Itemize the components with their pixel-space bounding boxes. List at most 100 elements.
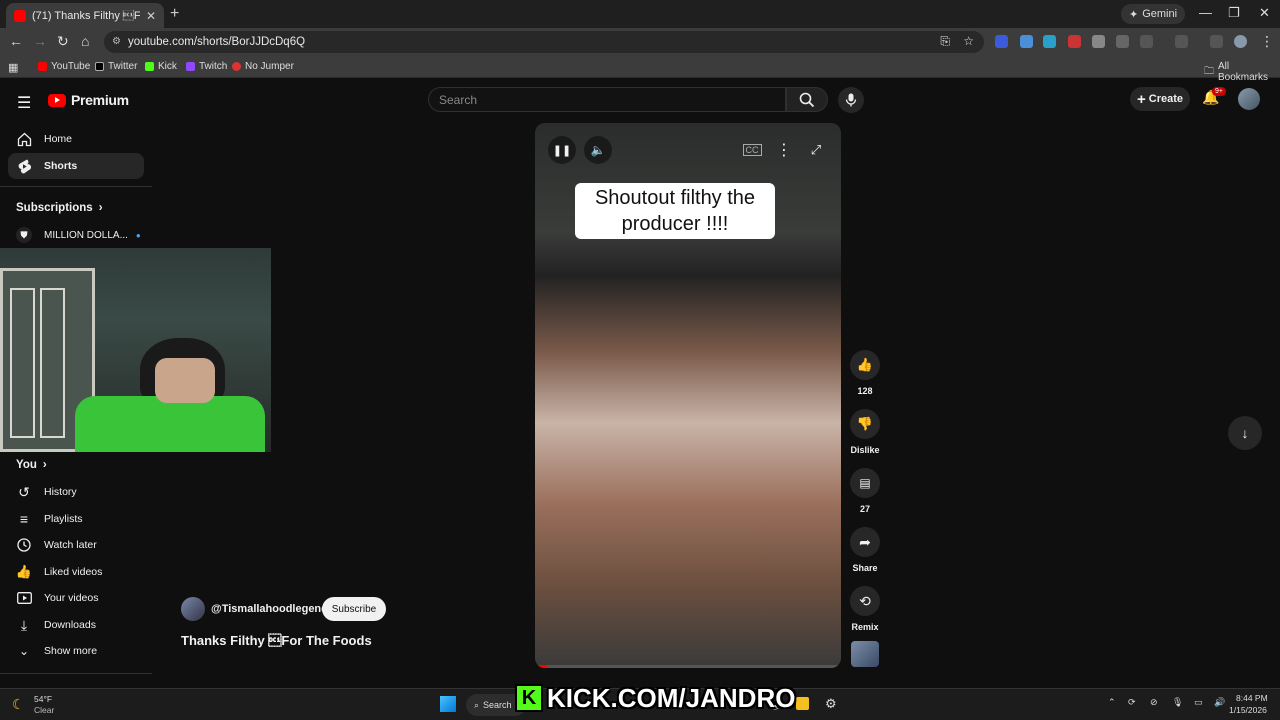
sidebar-item-subscription[interactable]: ⛊ MILLION DOLLA... ●: [8, 222, 144, 248]
you-header[interactable]: You ›: [16, 459, 47, 471]
tray-network-icon[interactable]: ▭: [1194, 697, 1203, 708]
sidebar-item-playlists[interactable]: ≡ Playlists: [8, 506, 144, 532]
share-button[interactable]: ➦ Share: [849, 527, 881, 573]
account-avatar[interactable]: [1238, 88, 1260, 110]
new-content-dot: ●: [135, 230, 141, 240]
comments-button[interactable]: ▤ 27: [849, 468, 881, 514]
url-field[interactable]: ⚙ youtube.com/shorts/BorJJDcDq6Q ⎘ ☆: [104, 31, 984, 53]
sound-thumbnail[interactable]: [851, 641, 879, 667]
sidebar-item-label: Home: [44, 133, 73, 145]
sidebar-item-home[interactable]: Home: [8, 126, 144, 152]
sidebar-item-downloads[interactable]: ⤓ Downloads: [8, 612, 144, 638]
hamburger-menu-icon[interactable]: ☰: [17, 93, 31, 113]
home-icon[interactable]: ⌂: [81, 33, 89, 49]
address-bar-row: ← → ↻ ⌂ ⚙ youtube.com/shorts/BorJJDcDq6Q…: [0, 28, 1280, 56]
restore-icon[interactable]: ❐: [1228, 5, 1240, 21]
sidebar-item-show-more[interactable]: ⌄ Show more: [8, 638, 144, 664]
extension-icon[interactable]: [1092, 35, 1105, 48]
dislike-button[interactable]: 👎 Dislike: [849, 409, 881, 455]
pause-button[interactable]: ❚❚: [548, 136, 576, 164]
sidebar-item-label: Downloads: [44, 619, 96, 631]
sidebar-item-label: Your videos: [44, 592, 99, 604]
profile-icon[interactable]: [1234, 35, 1247, 48]
forward-icon[interactable]: →: [33, 33, 47, 49]
fullscreen-button[interactable]: ⤢: [802, 136, 830, 164]
bookmark-label: Twitter: [108, 61, 138, 72]
subscribe-button[interactable]: Subscribe: [322, 597, 386, 621]
remix-button[interactable]: ⟲ Remix: [849, 586, 881, 632]
site-info-icon[interactable]: ⚙: [112, 36, 121, 47]
bookmark-youtube[interactable]: YouTube: [38, 61, 90, 72]
back-icon[interactable]: ←: [9, 33, 23, 49]
extension-icon[interactable]: [1068, 35, 1081, 48]
minimize-icon[interactable]: —: [1199, 5, 1212, 20]
kick-overlay-banner: K KICK.COM/JANDRO: [515, 680, 795, 716]
next-short-button[interactable]: ↓: [1228, 416, 1262, 450]
plus-icon: +: [1136, 90, 1146, 108]
menu-kebab-icon[interactable]: ⋮: [1260, 33, 1274, 50]
bookmark-star-icon[interactable]: ☆: [963, 34, 974, 48]
more-options-button[interactable]: ⋮: [770, 136, 798, 164]
browser-tab[interactable]: (71) Thanks Filthy For Th ✕: [6, 3, 164, 28]
tray-chevron-icon[interactable]: ⌃: [1108, 697, 1116, 708]
reading-list-icon[interactable]: [1210, 35, 1223, 48]
tab-close-icon[interactable]: ✕: [146, 9, 156, 23]
captions-button[interactable]: CC: [738, 136, 766, 164]
home-icon: [16, 131, 32, 147]
search-button[interactable]: [786, 87, 828, 112]
extension-icon[interactable]: [995, 35, 1008, 48]
tray-mute-icon[interactable]: ⊘: [1150, 697, 1158, 708]
reload-icon[interactable]: ↻: [57, 33, 69, 50]
explorer-icon[interactable]: [796, 697, 809, 710]
youtube-premium-logo[interactable]: Premium: [48, 92, 129, 108]
app-icon[interactable]: ⚙: [825, 696, 837, 712]
channel-avatar: ⛊: [16, 227, 32, 243]
volume-button[interactable]: 🔈: [584, 136, 612, 164]
channel-info[interactable]: @Tismallahoodlegend: [181, 597, 328, 621]
sidebar-item-history[interactable]: ↺ History: [8, 479, 144, 505]
kebab-icon: ⋮: [776, 142, 792, 159]
clock-date: 1/15/2026: [1229, 705, 1267, 715]
share-bubble: ➦: [850, 527, 880, 557]
thumbs-down-icon: 👎: [856, 416, 874, 431]
windows-start-icon[interactable]: [440, 696, 456, 712]
share-icon: ➦: [859, 533, 871, 550]
channel-name: @Tismallahoodlegend: [211, 603, 328, 615]
voice-search-button[interactable]: [838, 87, 864, 113]
extension-icon[interactable]: [1043, 35, 1056, 48]
you-header-label: You: [16, 459, 37, 471]
twitter-icon: [95, 62, 104, 71]
tray-sync-icon[interactable]: ⟳: [1128, 697, 1136, 708]
gemini-button[interactable]: ✦ Gemini: [1121, 4, 1186, 24]
window-close-icon[interactable]: ✕: [1259, 5, 1270, 21]
sidebar-item-your-videos[interactable]: Your videos: [8, 585, 144, 611]
bookmark-nojumper[interactable]: No Jumper: [232, 61, 294, 72]
sidebar-item-shorts[interactable]: Shorts: [8, 153, 144, 179]
shorts-video-player[interactable]: ❚❚ 🔈 CC ⋮ ⤢ Shoutout filthy the producer…: [535, 123, 841, 668]
apps-grid-icon[interactable]: ▦: [8, 61, 18, 74]
media-icon[interactable]: [1175, 35, 1188, 48]
tray-mic-icon[interactable]: 🎙: [1172, 697, 1183, 708]
kick-logo-icon: K: [515, 684, 543, 712]
sidebar-divider: [0, 186, 152, 187]
like-button[interactable]: 👍 128: [849, 350, 881, 396]
weather-temp: 54°F: [34, 694, 53, 704]
bookmark-kick[interactable]: Kick: [145, 61, 177, 72]
progress-bar[interactable]: [535, 665, 841, 668]
sidebar-item-watch-later[interactable]: Watch later: [8, 532, 144, 558]
tray-volume-icon[interactable]: 🔊: [1214, 697, 1225, 708]
bookmark-twitch[interactable]: Twitch: [186, 61, 227, 72]
url-text: youtube.com/shorts/BorJJDcDq6Q: [128, 36, 306, 48]
install-icon[interactable]: ⎘: [940, 34, 950, 49]
sidebar-item-liked-videos[interactable]: 👍 Liked videos: [8, 559, 144, 585]
new-tab-icon[interactable]: +: [170, 5, 179, 23]
extensions-puzzle-icon[interactable]: [1140, 35, 1153, 48]
extension-icon[interactable]: [1020, 35, 1033, 48]
extension-icon[interactable]: [1116, 35, 1129, 48]
search-input[interactable]: Search: [428, 87, 786, 112]
sidebar-divider: [0, 673, 152, 674]
your-videos-icon: [16, 590, 32, 606]
subscriptions-header[interactable]: Subscriptions ›: [16, 202, 103, 214]
bookmark-twitter[interactable]: Twitter: [95, 61, 137, 72]
create-button[interactable]: + Create: [1130, 87, 1190, 111]
